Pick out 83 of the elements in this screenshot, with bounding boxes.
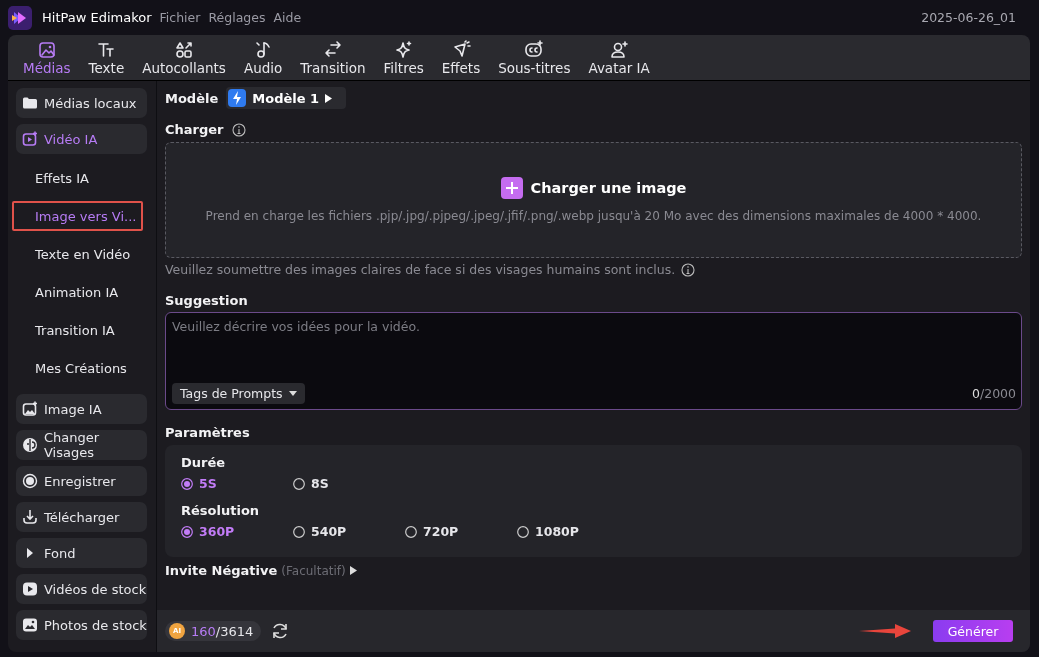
sidebar-item[interactable]: Télécharger xyxy=(16,502,147,532)
radio-option[interactable]: 360P xyxy=(181,524,293,539)
sidebar-subitem[interactable]: Image vers Vi... xyxy=(12,201,143,231)
section-label: Paramètres xyxy=(165,425,251,440)
radio-option[interactable]: 8S xyxy=(293,476,405,491)
toolbar-tab[interactable]: Transition xyxy=(291,35,375,80)
sidebar-item[interactable]: Vidéo IA xyxy=(16,124,147,154)
person-add-icon xyxy=(609,39,630,59)
refresh-icon xyxy=(271,622,290,640)
upload-note: Veuillez soumettre des images claires de face si des visages humains sont inclus. xyxy=(165,262,676,277)
radio-icon xyxy=(293,525,305,538)
app-logo xyxy=(8,5,32,30)
radio-icon xyxy=(181,525,193,538)
version-label: 2025-06-26_01 xyxy=(921,10,1016,25)
video-icon xyxy=(22,581,38,597)
radio-option[interactable]: 1080P xyxy=(517,524,629,539)
section-label: Charger xyxy=(165,122,224,137)
generate-button[interactable]: Générer xyxy=(933,620,1013,642)
sidebar-subitem[interactable]: Mes Créations xyxy=(12,353,143,383)
app-name: HitPaw Edimakor xyxy=(42,10,152,25)
menu-item[interactable]: Fichier xyxy=(159,10,201,25)
photo-icon xyxy=(36,39,57,59)
video-plus-icon xyxy=(22,131,38,147)
radio-icon xyxy=(517,525,529,538)
section-label: Modèle xyxy=(165,90,219,106)
caret-icon xyxy=(349,566,357,575)
parameter-label: Résolution xyxy=(181,503,261,518)
optional-label: (Facultatif) xyxy=(281,563,346,578)
toolbar-tab[interactable]: Sous-titres xyxy=(489,35,580,80)
menu-item[interactable]: Réglages xyxy=(208,10,266,25)
upload-button[interactable]: Charger une image xyxy=(500,177,687,199)
sidebar-subitem[interactable]: Effets IA xyxy=(12,163,143,193)
radio-icon xyxy=(181,477,193,490)
sidebar-item[interactable]: Vidéos de stock xyxy=(16,574,147,604)
toolbar-tab[interactable]: Audio xyxy=(234,35,292,80)
toolbar-tab[interactable]: Autocollants xyxy=(133,35,235,80)
upload-dropzone[interactable]: Charger une image Prend en charge les fichiers .pjp/.jpg/.pjpeg/.jpeg/.jfif/.png/.webp jusqu'à 20 Mo avec des dimensions maximales de 4000 * 4000. xyxy=(165,142,1022,258)
info-icon xyxy=(681,262,696,277)
sidebar-item[interactable]: Enregistrer xyxy=(16,466,147,496)
section-label: Suggestion xyxy=(165,293,249,308)
dropdown-caret-icon xyxy=(288,391,297,396)
model-selector[interactable]: Modèle 1 xyxy=(226,87,347,109)
sidebar-subitem[interactable]: Transition IA xyxy=(12,315,143,345)
folder-icon xyxy=(22,95,38,111)
toolbar-tab[interactable]: Filtres xyxy=(374,35,433,80)
radio-icon xyxy=(405,525,417,538)
prompt-tags-dropdown[interactable]: Tags de Prompts xyxy=(172,383,305,404)
image-plus-icon xyxy=(22,401,38,417)
caret-icon xyxy=(325,93,333,103)
info-icon xyxy=(231,122,246,137)
record-icon xyxy=(22,473,38,489)
radio-option[interactable]: 720P xyxy=(405,524,517,539)
sidebar-subitem[interactable]: Animation IA xyxy=(12,277,143,307)
prompt-field[interactable]: Veuillez décrire vos idées pour la vidéo. Tags de Prompts 0/2000 xyxy=(165,312,1022,410)
radio-option[interactable]: 540P xyxy=(293,524,405,539)
credits-text: 160/3614 xyxy=(191,623,254,639)
prompt-placeholder: Veuillez décrire vos idées pour la vidéo. xyxy=(172,319,421,334)
parameter-label: Durée xyxy=(181,455,227,470)
sidebar-item[interactable]: Photos de stock xyxy=(16,610,147,640)
upload-hint: Prend en charge les fichiers .pjp/.jpg/.pjpeg/.jpeg/.jfif/.png/.webp jusqu'à 20 Mo avec des dimensions maximales de 4000 * 4000. xyxy=(205,209,982,223)
toolbar-tab[interactable]: Texte xyxy=(79,35,134,80)
character-counter: 0/2000 xyxy=(972,386,1016,401)
plus-icon xyxy=(500,177,523,199)
sidebar-item[interactable]: Image IA xyxy=(16,394,147,424)
radio-icon xyxy=(293,477,305,490)
sparkle-icon xyxy=(393,39,414,59)
image-icon xyxy=(22,617,38,633)
sidebar-item[interactable]: Fond xyxy=(16,538,147,568)
sidebar-item[interactable]: Médias locaux xyxy=(16,88,147,118)
captions-icon xyxy=(524,39,545,59)
face-icon xyxy=(22,437,38,453)
shapes-icon xyxy=(174,39,195,59)
radio-option[interactable]: 5S xyxy=(181,476,293,491)
arrows-icon xyxy=(322,39,343,59)
toolbar-tab[interactable]: Avatar IA xyxy=(579,35,659,80)
lightning-icon xyxy=(228,89,247,107)
menu-item[interactable]: Aide xyxy=(273,10,302,25)
toolbar-tab[interactable]: Médias xyxy=(14,35,80,80)
toolbar-tab[interactable]: Effets xyxy=(432,35,490,80)
download-icon xyxy=(22,509,38,525)
sidebar-subitem[interactable]: Texte en Vidéo xyxy=(12,239,143,269)
section-label: Invite Négative xyxy=(165,563,278,578)
sidebar-item[interactable]: Changer Visages xyxy=(16,430,147,460)
